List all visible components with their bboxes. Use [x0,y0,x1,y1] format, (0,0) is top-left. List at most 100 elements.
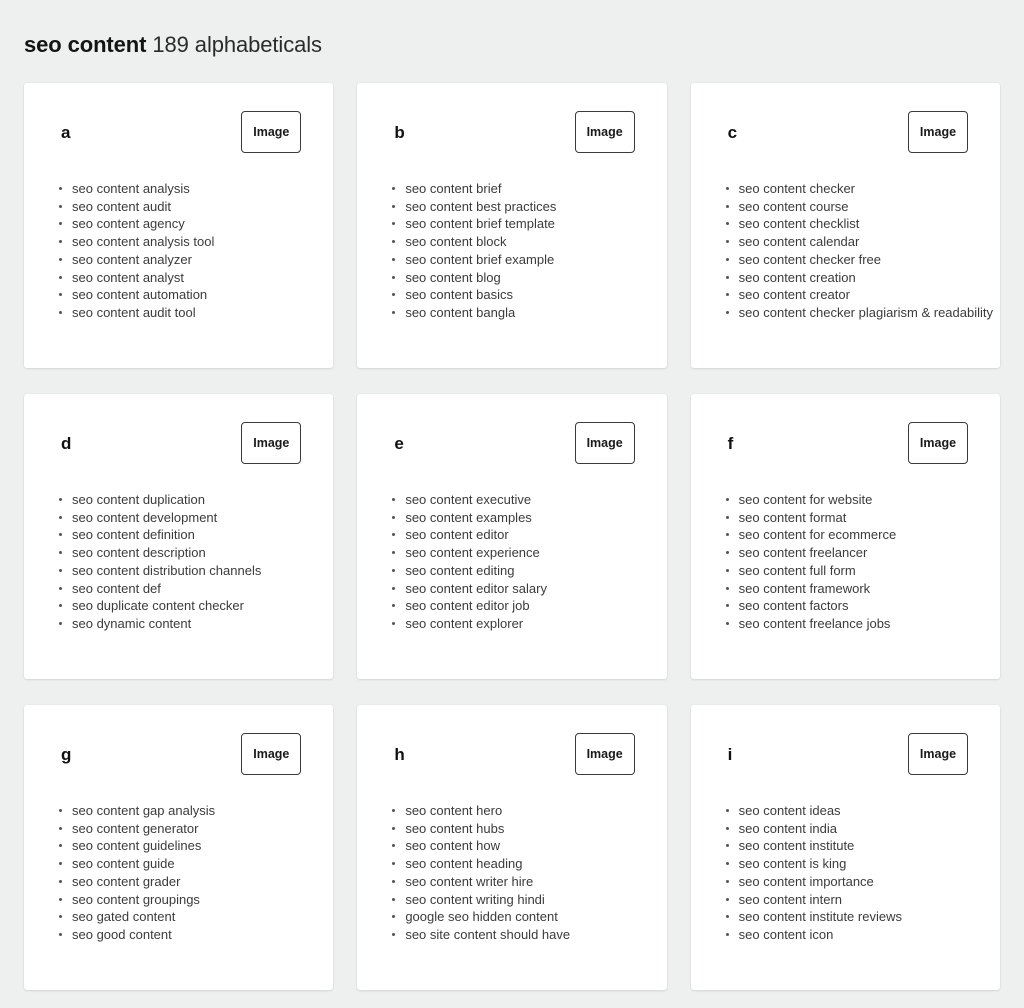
keyword-list-item: seo dynamic content [59,615,315,633]
bullet-icon [392,275,396,279]
keyword-list-item: seo content checker [725,180,982,198]
card-header: i Image [691,705,1000,786]
bullet-icon [725,897,729,901]
bullet-icon [725,187,729,190]
bullet-icon [392,915,396,919]
page-title: seo content 189 alphabeticals [0,0,1024,60]
image-placeholder[interactable]: Image [241,111,302,153]
bullet-icon [725,862,729,866]
bullet-icon [59,498,62,501]
image-placeholder[interactable]: Image [908,422,968,464]
keyword-text: seo content bangla [405,304,516,320]
keyword-list-item: seo content blog [392,269,648,287]
keyword-text: seo content creator [738,287,850,303]
keyword-list-item: seo content ideas [725,802,982,820]
keyword-list-item: seo content block [392,233,648,251]
keyword-text: seo content hubs [405,820,505,836]
bullet-icon [392,240,396,244]
card-letter-heading: h [394,745,405,764]
keyword-list-item: seo content freelancer [725,544,982,562]
keyword-list-item: seo content icon [725,926,982,944]
keyword-text: seo content brief example [405,251,555,267]
keyword-text: seo content writing hindi [405,891,545,907]
card-letter-heading: a [61,123,71,142]
keyword-list-item: seo content analyzer [59,251,315,269]
image-placeholder[interactable]: Image [908,111,968,153]
keyword-text: seo content checker plagiarism & readabi… [738,304,994,320]
image-placeholder[interactable]: Image [574,422,635,464]
bullet-icon [392,222,396,226]
keyword-text: seo content blog [405,269,501,285]
keyword-list: seo content gap analysis seo content gene… [24,802,333,944]
keyword-text: seo content for ecommerce [738,527,897,543]
card-letter-heading: f [727,434,734,453]
keyword-text: seo content factors [738,598,849,614]
bullet-icon [59,187,62,190]
image-placeholder[interactable]: Image [241,733,302,775]
bullet-icon [59,604,62,608]
bullet-icon [59,915,62,919]
alphabetical-card: f Image seo content for website seo content… [690,394,1000,679]
bullet-icon [392,621,396,625]
bullet-icon [392,879,396,883]
bullet-icon [59,515,62,519]
image-placeholder[interactable]: Image [241,422,302,464]
keyword-list-item: seo content freelance jobs [725,615,982,633]
bullet-icon [725,844,729,848]
bullet-icon [392,498,396,501]
keyword-list: seo content hero seo content hubs seo cont… [357,802,666,944]
bullet-icon [59,932,62,936]
keyword-text: seo content guidelines [72,838,202,854]
bullet-icon [392,826,396,830]
bullet-icon [725,568,729,572]
bullet-icon [725,586,729,590]
keyword-list-item: seo content def [59,580,315,598]
keyword-list-item: seo content experience [392,544,648,562]
card-header: g Image [24,705,333,786]
card-letter-heading: i [727,745,733,764]
keyword-list-item: seo content course [725,198,982,216]
keyword-text: seo content gap analysis [72,803,216,818]
image-placeholder[interactable]: Image [908,733,968,775]
keyword-list-item: seo content grader [59,873,315,891]
bullet-icon [59,204,62,208]
keyword-text: seo duplicate content checker [72,598,244,614]
bullet-icon [59,586,62,590]
keyword-list-item: seo content editor job [392,597,648,615]
keyword-list-item: seo content generator [59,820,315,838]
bullet-icon [725,257,729,261]
keyword-list-item: seo gated content [59,908,315,926]
bullet-icon [59,844,62,848]
bullet-icon [725,826,729,830]
keyword-list-item: seo content groupings [59,891,315,909]
image-placeholder[interactable]: Image [574,111,635,153]
bullet-icon [725,222,729,226]
keyword-list-item: seo content distribution channels [59,562,315,580]
keyword-text: seo content analysis tool [72,234,215,250]
keyword-text: seo content icon [738,926,834,942]
keyword-text: seo content development [72,509,218,525]
keyword-text: seo content freelancer [738,545,868,561]
bullet-icon [392,568,396,572]
keyword-list-item: seo content hubs [392,820,648,838]
alphabetical-card: g Image seo content gap analysis seo conten… [24,705,334,990]
bullet-icon [725,621,729,625]
bullet-icon [392,310,396,314]
alphabetical-card: c Image seo content checker seo content cou… [690,83,1000,368]
card-letter-heading: c [727,123,738,142]
keyword-list-item: seo content checklist [725,215,982,233]
alphabetical-card: e Image seo content executive seo content e… [357,394,667,679]
keyword-text: seo dynamic content [72,615,192,631]
keyword-list-item: seo content hero [392,802,648,820]
keyword-text: seo content analyzer [72,251,192,267]
keyword-list-item: seo content importance [725,873,982,891]
keyword-list-item: seo content india [725,820,982,838]
keyword-list-item: seo content analyst [59,269,315,287]
keyword-text: seo content executive [405,492,532,507]
keyword-list-item: seo content bangla [392,304,648,322]
keyword-text: seo content checker free [738,251,882,267]
keyword-list: seo content ideas seo content india seo co… [691,802,1000,944]
keyword-list-item: seo content editor salary [392,580,648,598]
keyword-text: seo content full form [738,562,856,578]
image-placeholder[interactable]: Image [574,733,635,775]
